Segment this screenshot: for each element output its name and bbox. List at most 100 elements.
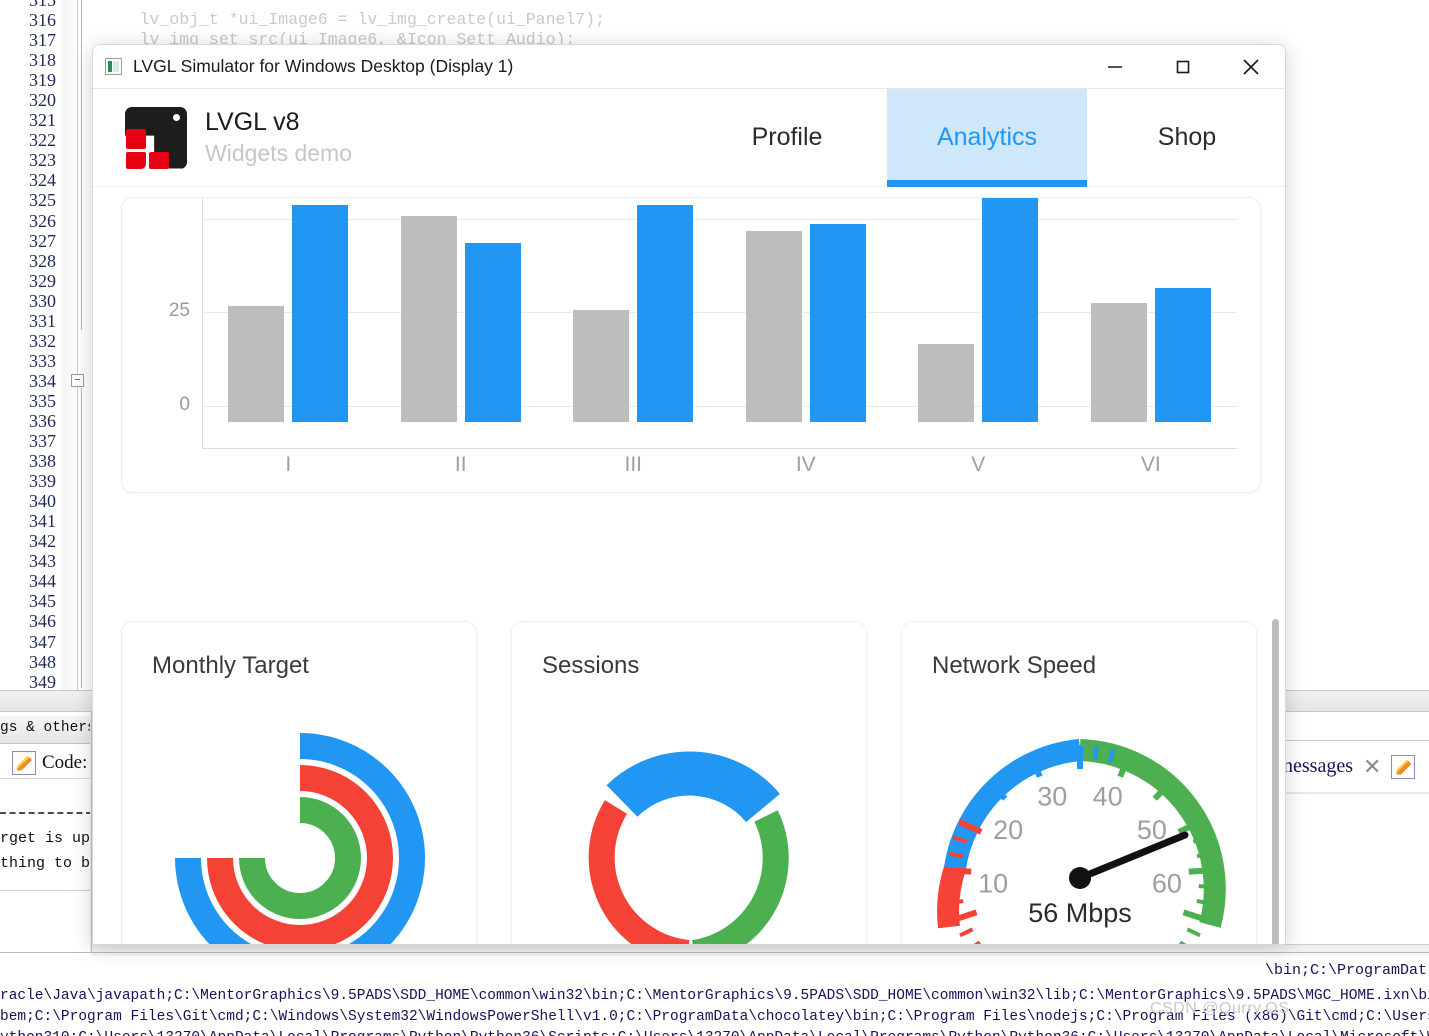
chart-bar[interactable] [982,198,1039,422]
app-titles: LVGL v8 Widgets demo [205,107,352,169]
lvgl-app-surface[interactable]: LVGL v8 Widgets demo Profile Analytics S… [93,89,1285,944]
chart-x-tick-label: I [285,453,292,476]
gauge-tick-label: 40 [1093,782,1123,812]
gauge-tick [948,851,964,859]
console-output[interactable]: racle\Java\javapath;C:\MentorGraphics\9.… [0,956,1429,1036]
editor-line-number: 328 [29,250,56,271]
editor-fold-line-top [81,0,82,330]
tab-analytics[interactable]: Analytics [887,89,1087,187]
chart-bar[interactable] [809,223,866,422]
panel-separator [0,890,92,891]
chart-bar[interactable] [228,306,285,422]
editor-line-number: 315 [29,0,56,10]
editor-line-number: 325 [29,190,56,211]
bar-chart-card: 25 0 I II III IV V VI [121,197,1261,493]
editor-line-number: 344 [29,571,56,592]
editor-line-number: 324 [29,170,56,191]
window-titlebar[interactable]: LVGL Simulator for Windows Desktop (Disp… [93,45,1285,89]
tab-bar: Profile Analytics Shop [687,89,1285,187]
chart-bar[interactable] [1154,287,1211,422]
minimize-icon[interactable] [1081,45,1149,89]
maximize-icon[interactable] [1149,45,1217,89]
gauge-tick [947,867,972,875]
panel-edge [1283,792,1429,794]
panel-text-line-2: thing to be [0,855,92,872]
gauge-tick [947,884,962,890]
editor-line-number: 331 [29,310,56,331]
editor-line-number: 316 [29,10,56,31]
close-icon[interactable]: ✕ [1363,754,1381,780]
editor-line-number: 340 [29,491,56,512]
editor-line-number: 330 [29,290,56,311]
monthly-target-card: Monthly Target Revenue: 98 % [121,621,477,944]
gauge-tick [1186,927,1201,938]
sessions-card: Sessions Desktop: 2764 T [511,621,867,944]
tab-shop[interactable]: Shop [1087,89,1285,187]
editor-line-number: 332 [29,330,56,351]
editor-line-number: 318 [29,50,56,71]
bar-chart-plot[interactable]: 25 0 I II III IV V VI [169,198,1237,476]
gauge-tick-label: 60 [1152,868,1182,898]
close-icon[interactable] [1217,45,1285,89]
app-title: LVGL v8 [205,107,300,136]
panel-code-label: Code: [42,751,88,773]
analytics-scroll-container[interactable]: 25 0 I II III IV V VI Monthly Target Ses… [93,187,1285,944]
lvgl-simulator-window[interactable]: LVGL Simulator for Windows Desktop (Disp… [92,44,1286,945]
pencil-icon [12,750,36,775]
app-header: LVGL v8 Widgets demo Profile Analytics S… [93,89,1285,187]
editor-line-number: 326 [29,210,56,231]
editor-line-number: 337 [29,431,56,452]
editor-line-number: 338 [29,451,56,472]
console-top-band [92,944,1429,956]
panel-code-row[interactable]: Code: [0,747,92,779]
chart-bar[interactable] [400,216,457,422]
chart-gridline [202,312,1237,314]
sessions-title: Sessions [542,652,640,679]
network-speed-card: Network Speed 10 20 30 40 50 60 56 Mbps [901,621,1257,944]
chart-x-tick-label: III [624,453,642,476]
app-subtitle: Widgets demo [205,139,353,166]
chart-x-tick-label: IV [795,453,816,476]
lvgl-logo-icon [125,106,187,169]
panel-tab-others[interactable]: gs & others [0,716,92,744]
pencil-icon[interactable] [1391,754,1416,779]
panel-text-block: rget is up thing to be [0,826,92,876]
chart-bar[interactable] [464,242,521,422]
editor-line-number: 323 [29,150,56,171]
gauge-tick [959,927,974,938]
app-vertical-scrollbar[interactable] [1272,619,1279,944]
chart-x-tick-label: VI [1140,453,1161,476]
chart-bar[interactable] [745,231,802,422]
editor-line-number: 343 [29,551,56,572]
chart-bar[interactable] [573,310,630,422]
editor-line-number: 349 [29,671,56,690]
editor-line-number: 345 [29,591,56,612]
watermark: CSDN @Qurry.OS [1150,1000,1290,1017]
chart-bar[interactable] [292,205,349,422]
console-top-border [0,952,1429,953]
gauge-tick-label: 30 [1037,782,1067,812]
gauge-tick [1092,745,1099,761]
code-fold-toggle[interactable]: − [71,374,84,387]
editor-line-number: 327 [29,230,56,251]
gauge-tick [1198,884,1213,890]
editor-line-number: 346 [29,611,56,632]
window-title: LVGL Simulator for Windows Desktop (Disp… [133,56,514,76]
chart-y-tick-label: 0 [179,394,190,415]
chart-bar[interactable] [1090,302,1147,422]
sessions-donut [588,751,789,944]
editor-line-number: 322 [29,130,56,151]
chart-x-axis [202,448,1237,449]
editor-code-line-316: lv_obj_t *ui_Image6 = lv_img_create(ui_P… [100,10,605,29]
console-fragment-right: \bin;C:\ProgramDat [1265,962,1428,979]
messages-tab-label[interactable]: nessages [1283,755,1353,778]
editor-line-number: 336 [29,410,56,431]
editor-line-numbers: 315 316 317 318 319 320 321 322 323 324 325 326 327 3… [0,0,62,690]
editor-line-number: 347 [29,631,56,652]
chart-bar[interactable] [918,343,975,422]
tab-profile[interactable]: Profile [687,89,887,187]
console-line-4: ython310;C:\Users\13270\AppData\Local\Pr… [0,1028,1429,1036]
chart-bar[interactable] [637,205,694,422]
bottom-right-panel: nessages ✕ [1283,740,1429,792]
gauge-tick [1179,940,1187,944]
